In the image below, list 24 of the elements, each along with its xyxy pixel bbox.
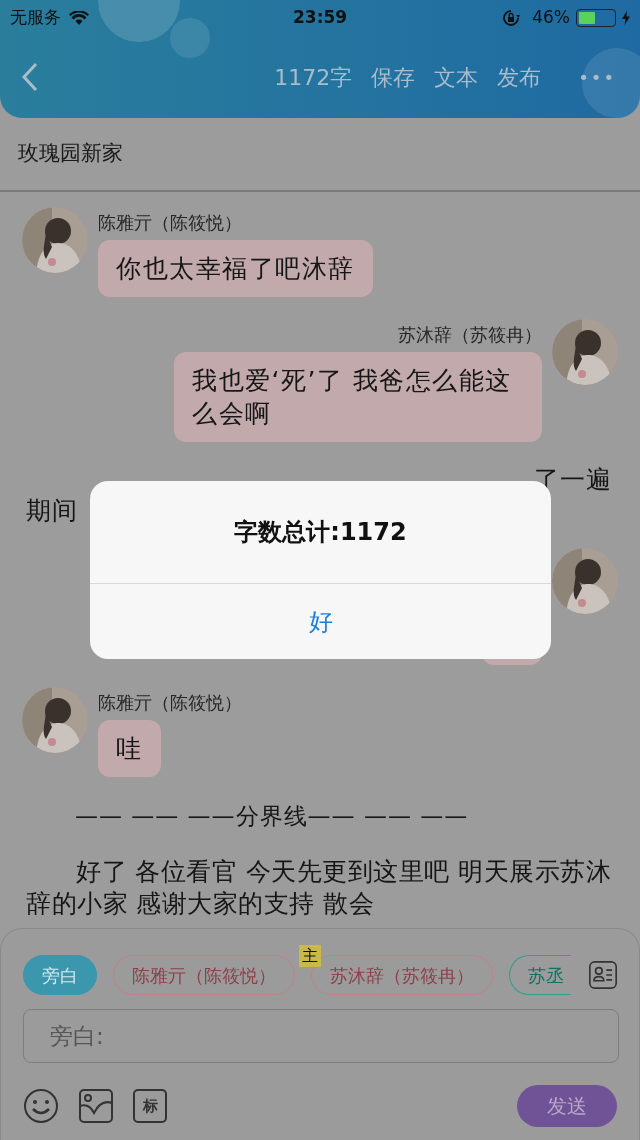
word-count: 1172字 [274,63,353,92]
carrier-label: 无服务 [10,6,61,30]
narration-text: 好了 各位看官 今天先更到这里吧 明天展示苏沐辞的小家 感谢大家的支持 散会 [25,855,613,920]
clock-time: 23:59 [293,6,348,30]
toolbar-action[interactable]: 保存 [371,60,416,94]
battery-percent: 46% [532,6,570,30]
sender-name: 陈雅亓（陈筱悦） [98,691,242,715]
document-title: 玫瑰园新家 [0,118,640,192]
role-chip[interactable]: 旁白 [23,955,97,995]
sender-name: 苏沐辞（苏筱冉） [398,323,542,347]
message-bubble: 你也太幸福了吧沐辞 [98,240,373,297]
message-input[interactable]: 旁白: [23,1009,619,1063]
send-button[interactable]: 发送 [517,1085,617,1127]
divider-text: —— —— ——分界线—— —— —— [74,802,470,831]
lead-badge: 主 [299,945,321,967]
sender-name: 陈雅亓（陈筱悦） [98,211,242,235]
toolbar-action[interactable]: 文本 [434,60,479,94]
message-bubble: 哇 [98,720,161,777]
toolbar-action[interactable]: 发布 [497,60,542,94]
message-bubble: 我也爱‘死’了 我爸怎么能这么会啊 [174,352,542,442]
narration-text: 期间 [25,495,78,526]
ok-button[interactable]: 好 [90,584,551,659]
more-button[interactable]: ••• [578,63,616,91]
mark-button[interactable]: 标 [133,1089,167,1123]
